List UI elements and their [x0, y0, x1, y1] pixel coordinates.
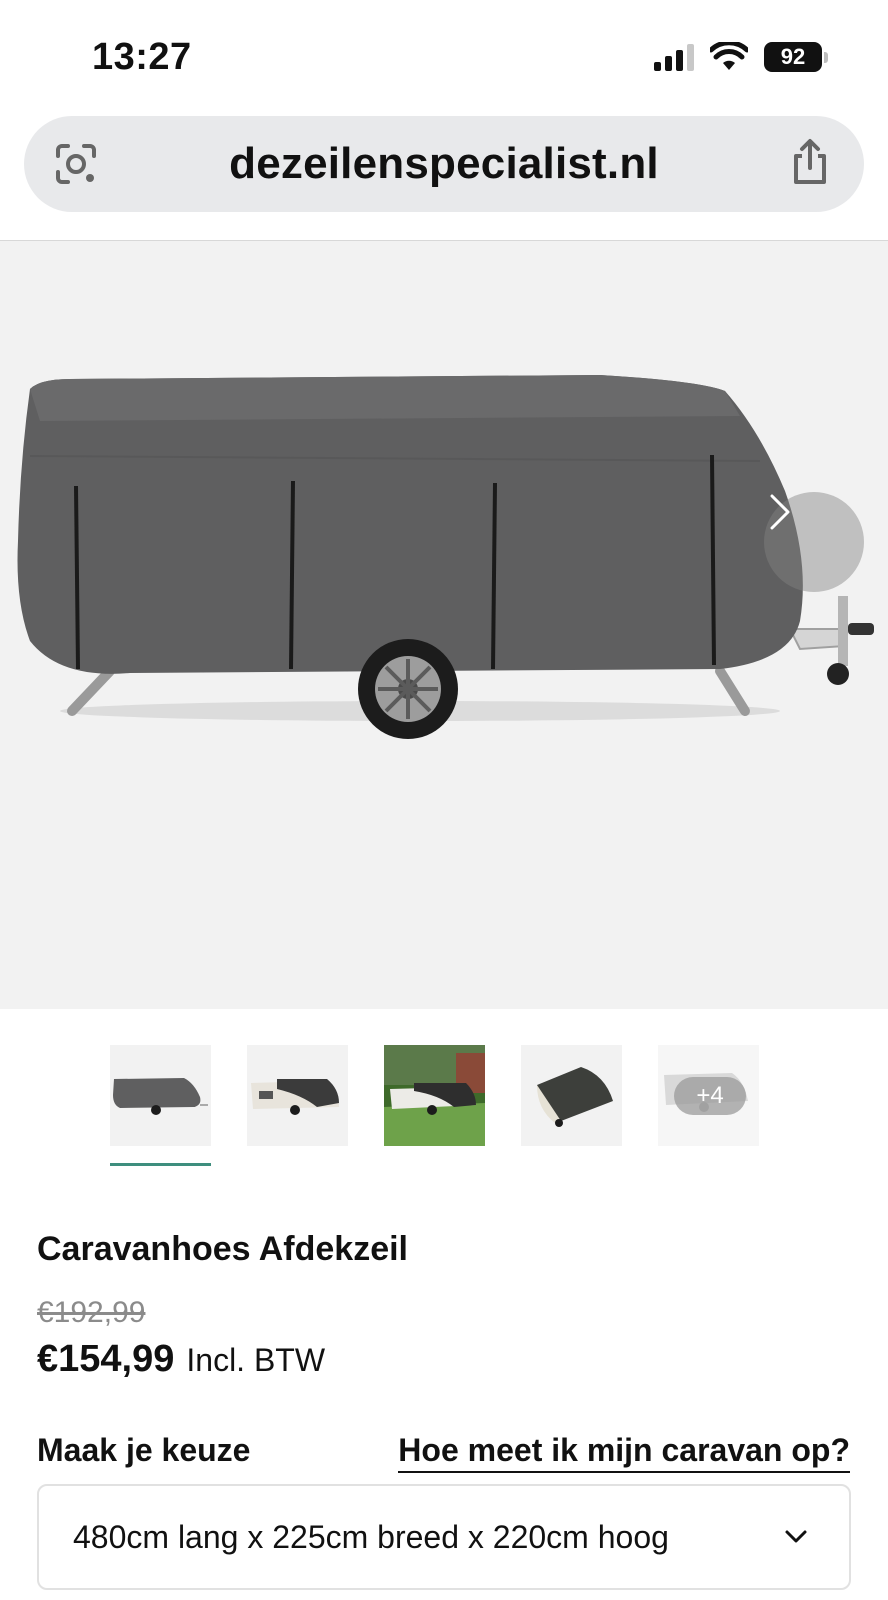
next-image-button[interactable] [764, 492, 864, 592]
wifi-icon [710, 42, 748, 70]
size-select[interactable]: 480cm lang x 225cm breed x 220cm hoog [37, 1484, 851, 1590]
size-select-value: 480cm lang x 225cm breed x 220cm hoog [73, 1518, 669, 1555]
more-images-badge[interactable]: +4 [674, 1077, 746, 1115]
chevron-right-icon [770, 494, 790, 530]
price-suffix: Incl. BTW [186, 1342, 326, 1378]
price-row: €154,99 Incl. BTW [37, 1338, 325, 1381]
caravan-cover-illustration [17, 375, 874, 739]
status-time: 13:27 [92, 36, 192, 78]
thumbnail-4[interactable] [521, 1045, 622, 1146]
measure-help-link[interactable]: Hoe meet ik mijn caravan op? [398, 1432, 850, 1473]
url-text[interactable]: dezeilenspecialist.nl [229, 139, 659, 189]
product-image[interactable] [0, 241, 888, 1009]
cellular-signal-icon [654, 43, 694, 71]
status-icons: 92 [654, 42, 828, 72]
battery-icon: 92 [764, 42, 828, 72]
product-title: Caravanhoes Afdekzeil [37, 1230, 408, 1268]
address-bar[interactable]: dezeilenspecialist.nl [24, 116, 864, 212]
share-icon[interactable] [784, 136, 836, 188]
thumbnail-5[interactable]: +4 [658, 1045, 759, 1146]
status-bar: 13:27 92 [0, 0, 888, 110]
visual-search-icon[interactable] [50, 138, 102, 190]
choice-label: Maak je keuze [37, 1432, 251, 1468]
thumbnail-3[interactable] [384, 1045, 485, 1146]
chevron-down-icon [785, 1530, 807, 1543]
thumbnail-2[interactable] [247, 1045, 348, 1146]
thumbnail-1[interactable] [110, 1045, 211, 1146]
thumbnail-strip: +4 [110, 1045, 759, 1146]
current-price: €154,99 [37, 1338, 175, 1380]
active-thumbnail-indicator [110, 1163, 211, 1166]
battery-level: 92 [764, 42, 822, 72]
old-price: €192,99 [37, 1296, 146, 1329]
